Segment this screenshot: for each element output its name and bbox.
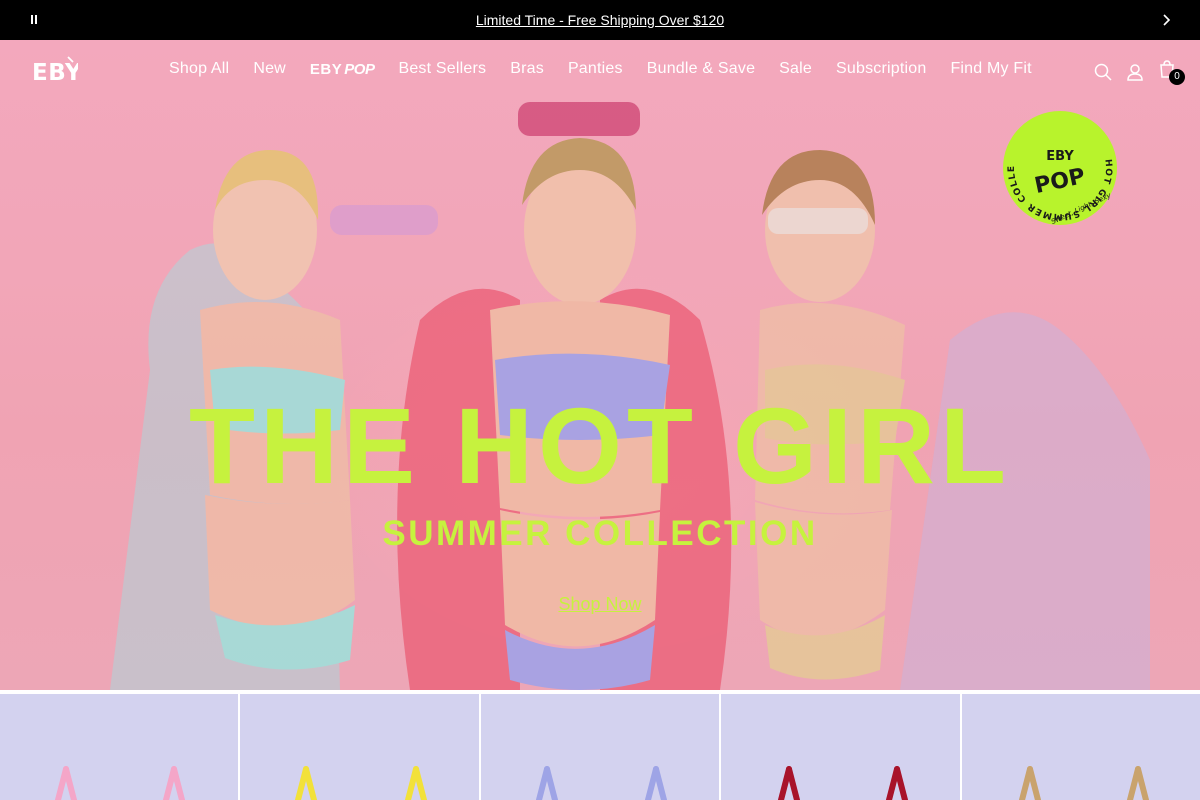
search-icon[interactable]: [1094, 63, 1112, 81]
hot-girl-summer-badge: HOT GIRL SUMMER COLLECTION EBY POP Sweet…: [1002, 110, 1117, 226]
product-tile-lavender[interactable]: [480, 694, 720, 800]
nav-icons: 0: [1094, 60, 1185, 85]
main-nav: EBY Shop All New EBY POP Best Sellers Br…: [0, 40, 1200, 100]
nav-bundle-save[interactable]: Bundle & Save: [647, 60, 755, 78]
nav-find-my-fit[interactable]: Find My Fit: [950, 60, 1031, 78]
svg-text:EBY: EBY: [1046, 149, 1074, 164]
pause-icon[interactable]: [28, 14, 40, 26]
eby-pop-pop: POP: [344, 60, 375, 78]
nav-panties[interactable]: Panties: [568, 60, 623, 78]
announcement-bar: Limited Time - Free Shipping Over $120: [0, 0, 1200, 40]
nav-eby-pop[interactable]: EBY POP: [310, 61, 375, 78]
announcement-link[interactable]: Limited Time - Free Shipping Over $120: [476, 12, 724, 28]
bra-straps-image: [778, 766, 909, 800]
product-tile-pink[interactable]: [0, 694, 239, 800]
svg-text:EBY: EBY: [32, 60, 78, 84]
cart-button[interactable]: 0: [1158, 60, 1185, 85]
hero-subhead: SUMMER COLLECTION: [382, 514, 818, 553]
eby-logo[interactable]: EBY: [32, 56, 78, 84]
nav-links: Shop All New EBY POP Best Sellers Bras P…: [169, 60, 1032, 78]
nav-new[interactable]: New: [253, 60, 286, 78]
bra-straps-image: [1018, 766, 1149, 800]
chevron-right-icon[interactable]: [1158, 12, 1174, 28]
bra-straps-image: [295, 766, 428, 800]
account-icon[interactable]: [1126, 63, 1144, 81]
bra-straps-image: [55, 766, 185, 800]
product-tile-red[interactable]: [721, 694, 960, 800]
nav-subscription[interactable]: Subscription: [836, 60, 926, 78]
nav-best-sellers[interactable]: Best Sellers: [398, 60, 486, 78]
cart-count-badge: 0: [1169, 69, 1185, 85]
eby-pop-eby: EBY: [309, 60, 343, 78]
hero-cta: Shop Now: [0, 594, 1200, 615]
product-tile-yellow[interactable]: [240, 694, 479, 800]
shop-now-link[interactable]: Shop Now: [558, 594, 641, 614]
hero-headline: THE HOT GIRL: [189, 385, 1011, 506]
nav-shop-all[interactable]: Shop All: [169, 60, 229, 78]
product-strip: [0, 690, 1200, 800]
product-tile-tan[interactable]: [961, 694, 1200, 800]
nav-bras[interactable]: Bras: [510, 60, 544, 78]
nav-sale[interactable]: Sale: [779, 60, 812, 78]
bra-straps-image: [535, 766, 667, 800]
